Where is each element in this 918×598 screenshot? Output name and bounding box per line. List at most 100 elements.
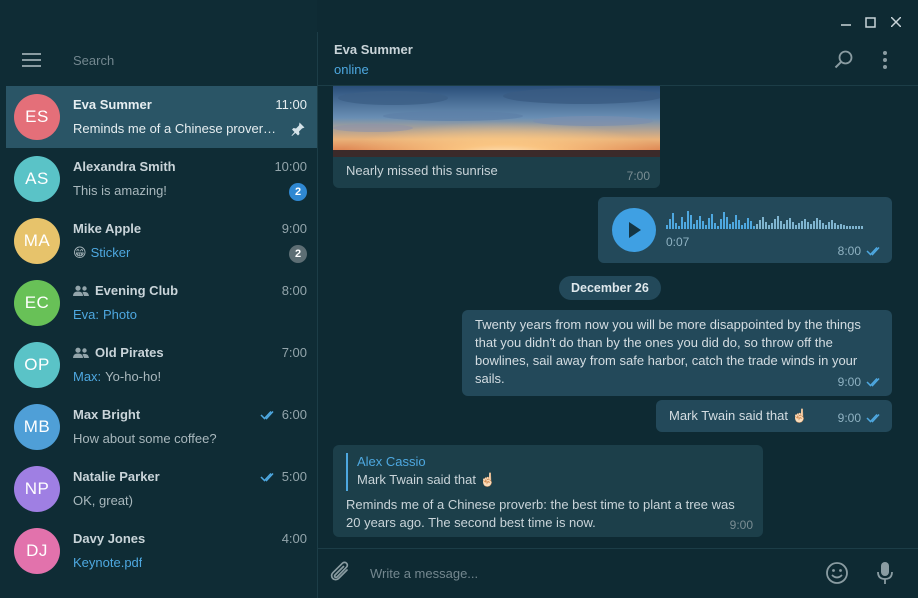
preview-text: OK, great) [73, 493, 133, 508]
search-icon[interactable] [834, 50, 854, 73]
waveform-bar [840, 224, 842, 229]
waveform-bar [753, 226, 755, 229]
microphone-icon[interactable] [876, 561, 894, 588]
waveform-bar [678, 226, 680, 229]
chat-list: ES Eva Summer 11:00 Reminds me of a Chinese… [6, 86, 317, 582]
chat-name: Natalie Parker [73, 469, 160, 484]
photo-message[interactable]: Nearly missed this sunrise 7:00 [333, 86, 660, 188]
maximize-icon[interactable] [858, 12, 883, 32]
avatar: AS [14, 156, 60, 202]
search-input[interactable] [60, 46, 300, 74]
chat-name: Max Bright [73, 407, 141, 422]
chat-name: Eva Summer [73, 97, 152, 112]
minimize-icon[interactable] [833, 12, 858, 32]
chat-preview: Keynote.pdf [73, 555, 142, 570]
sunrise-photo[interactable] [333, 86, 660, 157]
waveform-bar [810, 224, 812, 229]
preview-prefix: Max: [73, 369, 102, 384]
waveform-bar [804, 219, 806, 229]
outgoing-message[interactable]: Mark Twain said that ☝🏻 9:00 [656, 400, 892, 432]
waveform-bar [819, 220, 821, 229]
pin-icon [291, 122, 305, 136]
waveform-bar [747, 218, 749, 229]
waveform-bar [690, 215, 692, 229]
waveform-bar [726, 217, 728, 229]
chat-name-row: Eva Summer [73, 97, 152, 112]
preview-prefix: Eva: [73, 307, 100, 322]
chat-panel: Eva Summer online Nearly missed this sun… [318, 0, 918, 598]
voice-message[interactable]: 0:07 8:00 [598, 197, 892, 263]
waveform-bar [741, 225, 743, 229]
voice-waveform[interactable] [666, 211, 866, 231]
waveform-bar [834, 223, 836, 229]
waveform-bar [672, 213, 674, 229]
waveform-bar [702, 221, 704, 229]
waveform-bar [711, 214, 713, 229]
chat-name: Old Pirates [95, 345, 164, 360]
double-check-icon [260, 410, 274, 420]
telegram-window: ES Eva Summer 11:00 Reminds me of a Chinese… [0, 0, 918, 598]
chat-item[interactable]: AS Alexandra Smith 10:00 This is amazing! 2 [6, 148, 317, 210]
chat-preview: Reminds me of a Chinese prover… [73, 121, 276, 136]
waveform-bar [765, 222, 767, 229]
preview-text: How about some coffee? [73, 431, 217, 446]
chat-time-row: 11:00 [275, 97, 307, 112]
waveform-bar [762, 217, 764, 229]
waveform-bar [813, 221, 815, 229]
waveform-bar [816, 218, 818, 229]
avatar: ES [14, 94, 60, 140]
waveform-bar [828, 222, 830, 229]
chat-item[interactable]: EC Evening Club 8:00 Eva: Photo [6, 272, 317, 334]
date-separator: December 26 [559, 276, 661, 300]
waveform-bar [732, 222, 734, 229]
sidebar: ES Eva Summer 11:00 Reminds me of a Chinese… [0, 0, 317, 598]
reply-quote[interactable]: Alex Cassio Mark Twain said that ☝🏻 [346, 453, 496, 491]
chat-item[interactable]: MA Mike Apple 9:00 😁 Sticker 2 [6, 210, 317, 272]
message-meta: 9:00 [838, 409, 884, 427]
paperclip-icon[interactable] [330, 561, 352, 588]
chat-time: 5:00 [281, 469, 307, 484]
waveform-bar [675, 223, 677, 229]
waveform-bar [795, 225, 797, 229]
chat-item[interactable]: DJ Davy Jones 4:00 Keynote.pdf [6, 520, 317, 582]
message-input[interactable] [366, 559, 806, 587]
chat-item[interactable]: ES Eva Summer 11:00 Reminds me of a Chinese… [6, 86, 317, 148]
message-text: Twenty years from now you will be more d… [475, 317, 861, 386]
waveform-bar [684, 222, 686, 229]
waveform-bar [744, 223, 746, 229]
more-vertical-icon[interactable] [882, 50, 888, 73]
chat-name-row: Mike Apple [73, 221, 141, 236]
chat-preview: Eva: Photo [73, 307, 137, 322]
chat-time-row: 4:00 [282, 531, 307, 546]
waveform-bar [687, 211, 689, 229]
avatar: MB [14, 404, 60, 450]
hamburger-menu-icon[interactable] [22, 52, 42, 68]
chat-item[interactable]: MB Max Bright 6:00 How about some coffee? [6, 396, 317, 458]
chat-name: Davy Jones [73, 531, 146, 546]
preview-text: Yo-ho-ho! [105, 369, 162, 384]
chat-preview: OK, great) [73, 493, 133, 508]
chat-item[interactable]: NP Natalie Parker 5:00 OK, great) [6, 458, 317, 520]
double-check-icon [866, 413, 880, 423]
outgoing-message[interactable]: Twenty years from now you will be more d… [462, 310, 892, 396]
chat-name-row: Alexandra Smith [73, 159, 176, 174]
chat-item[interactable]: OP Old Pirates 7:00 Max: Yo-ho-ho! [6, 334, 317, 396]
incoming-reply-message[interactable]: Alex Cassio Mark Twain said that ☝🏻 Remi… [333, 445, 763, 537]
message-history[interactable]: Nearly missed this sunrise 7:00 0:07 8:0… [318, 86, 918, 548]
message-meta: 8:00 [838, 244, 884, 258]
chat-time-row: 6:00 [260, 407, 307, 422]
emoji-icon[interactable] [825, 561, 849, 588]
waveform-bar [717, 226, 719, 229]
waveform-bar [693, 224, 695, 229]
play-button[interactable] [612, 208, 656, 252]
chat-time: 8:00 [281, 283, 307, 298]
waveform-bar [792, 222, 794, 229]
waveform-bar [696, 220, 698, 229]
waveform-bar [759, 220, 761, 229]
waveform-bar [720, 219, 722, 229]
reply-quoted-text: Mark Twain said that ☝🏻 [357, 472, 496, 487]
close-icon[interactable] [883, 12, 908, 32]
peer-name[interactable]: Eva Summer [334, 42, 413, 57]
preview-text: Photo [103, 307, 137, 322]
waveform-bar [777, 216, 779, 229]
